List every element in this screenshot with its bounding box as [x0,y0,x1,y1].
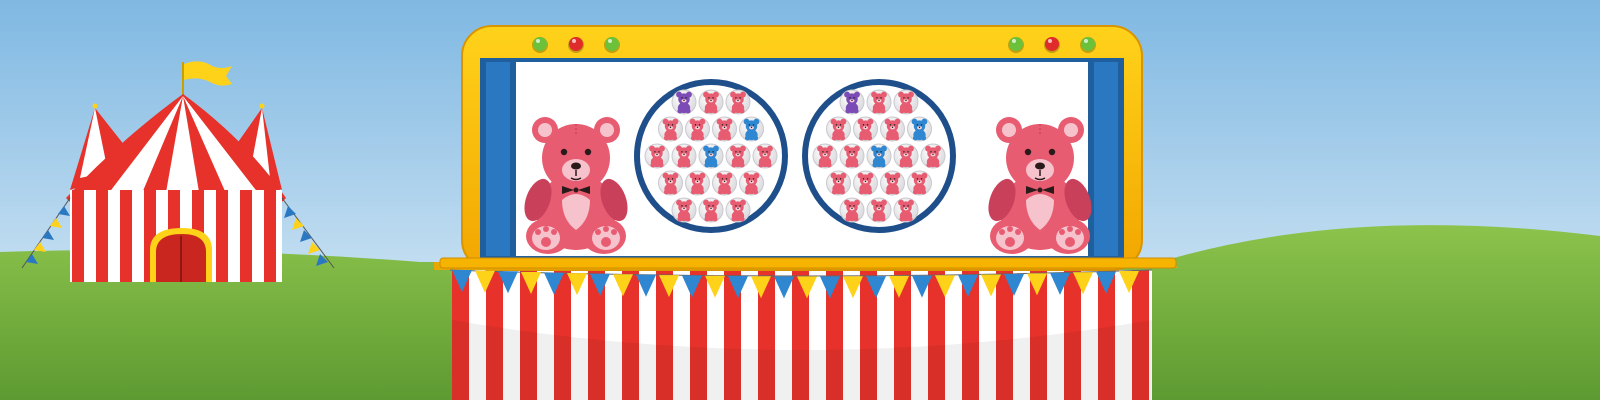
green-light-icon [533,37,547,51]
red-light-icon [1045,37,1059,51]
target-board-left [634,79,788,233]
booth-counter [452,270,1152,400]
green-light-icon [1081,37,1095,51]
teddy-bear-icon [988,117,1092,254]
carnival-scene [0,0,1600,400]
target-board-right [802,79,956,233]
green-light-icon [1009,37,1023,51]
teddy-bear-icon [524,117,628,254]
booth-lights-right [1008,37,1096,53]
red-light-icon [569,37,583,51]
booth-lights-left [532,37,620,53]
green-light-icon [605,37,619,51]
